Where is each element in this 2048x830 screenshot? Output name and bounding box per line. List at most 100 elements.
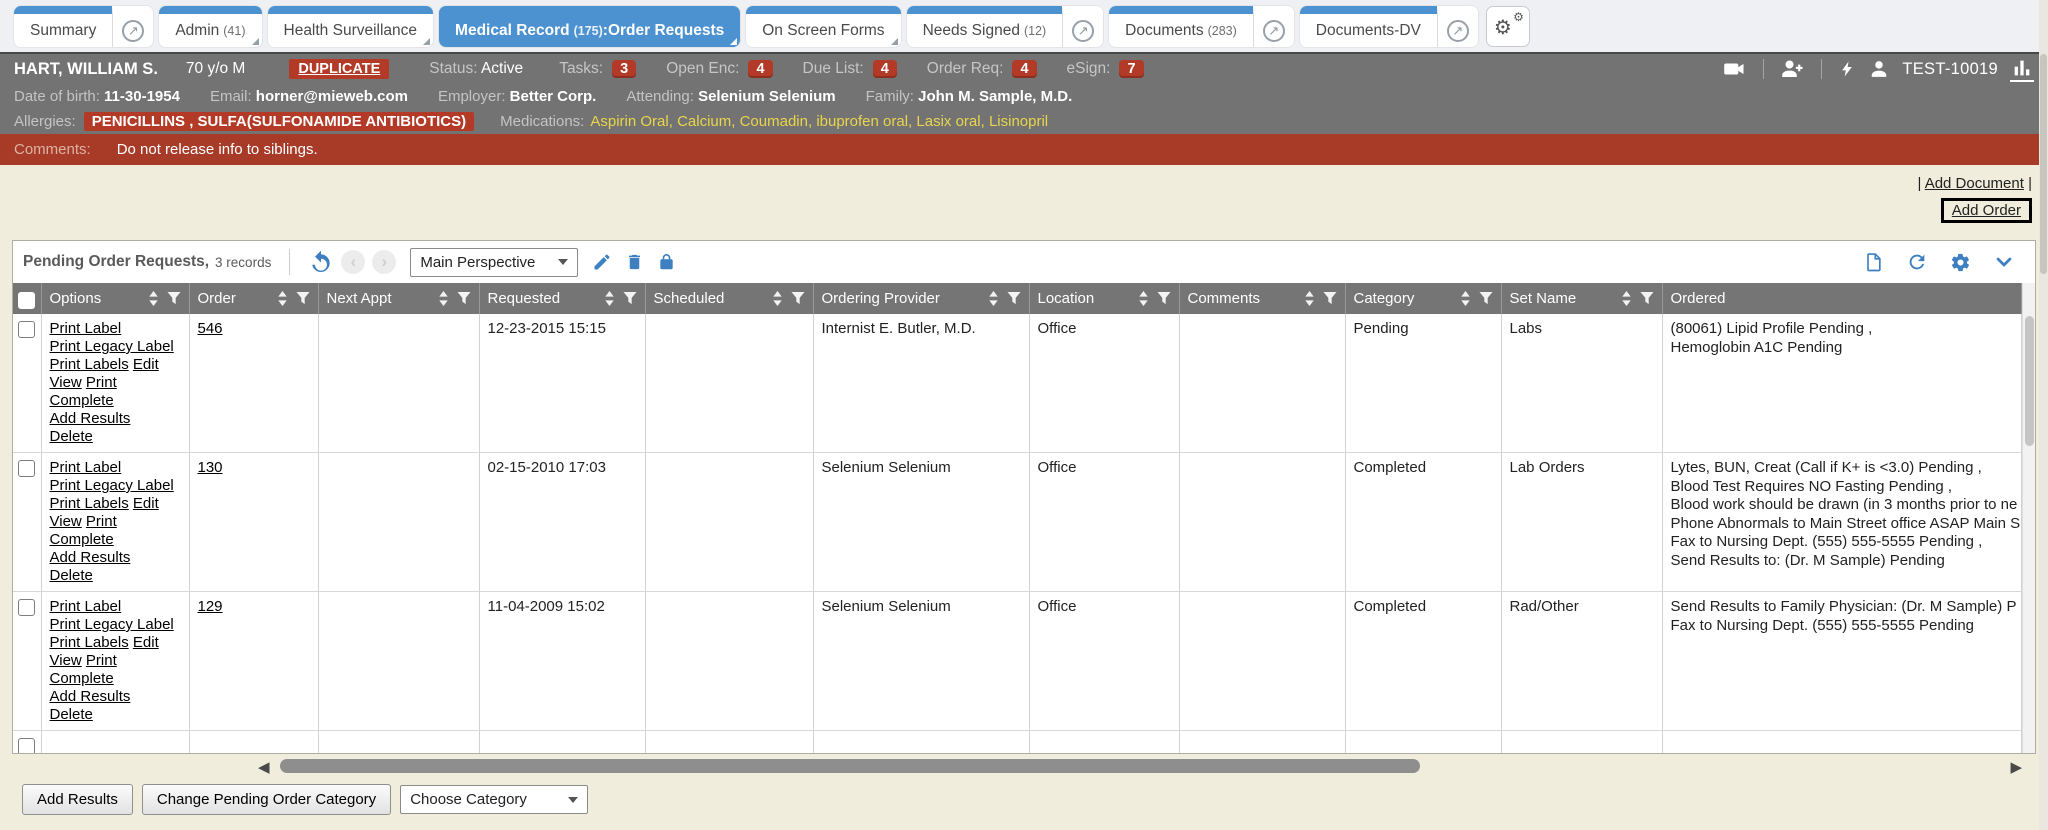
counter-badge[interactable]: 4 [1012, 60, 1036, 78]
option-link-print[interactable]: Print [86, 513, 117, 530]
column-header-scheduled[interactable]: Scheduled [645, 283, 813, 314]
option-link-edit[interactable]: Edit [133, 356, 159, 373]
row-select-checkbox[interactable] [18, 460, 35, 477]
order-number-link[interactable]: 130 [198, 459, 223, 476]
option-link-edit[interactable]: Edit [133, 634, 159, 651]
option-link-print-label[interactable]: Print Label [50, 598, 122, 615]
filter-funnel-icon[interactable] [1007, 292, 1021, 305]
counter-badge[interactable]: 4 [873, 60, 897, 78]
column-header-category[interactable]: Category [1345, 283, 1501, 314]
flowsheet-chart-icon[interactable] [2010, 57, 2034, 82]
column-header-options[interactable]: Options [41, 283, 189, 314]
filter-funnel-icon[interactable] [1640, 292, 1654, 305]
allergy-badge[interactable]: PENICILLINS , SULFA(SULFONAMIDE ANTIBIOT… [84, 112, 474, 131]
option-link-view[interactable]: View [50, 374, 82, 391]
option-link-print-legacy-label[interactable]: Print Legacy Label [50, 616, 174, 633]
option-link-print-label[interactable]: Print Label [50, 320, 122, 337]
prev-record-icon[interactable]: ‹ [341, 250, 365, 274]
window-scrollbar[interactable] [2039, 0, 2048, 830]
medication-link[interactable]: Lisinopril [989, 113, 1048, 130]
delete-trash-icon[interactable] [625, 252, 644, 272]
tab-settings-button[interactable]: ⚙ ⚙ [1486, 6, 1530, 47]
option-link-print-labels[interactable]: Print Labels [50, 495, 129, 512]
window-scroll-thumb[interactable] [2040, 54, 2047, 274]
change-pending-order-category-button[interactable]: Change Pending Order Category [142, 784, 391, 815]
horizontal-scroll-thumb[interactable] [280, 759, 1420, 773]
counter-badge[interactable]: 3 [612, 60, 636, 78]
filter-funnel-icon[interactable] [1479, 292, 1493, 305]
filter-funnel-icon[interactable] [457, 292, 471, 305]
choose-category-select[interactable]: Choose Category [400, 785, 588, 814]
column-header-select[interactable] [13, 283, 41, 314]
horizontal-scrollbar[interactable]: ◀ ▶ [0, 758, 2048, 774]
sort-icon[interactable] [1138, 291, 1149, 306]
sort-icon[interactable] [277, 291, 288, 306]
filter-funnel-icon[interactable] [167, 292, 181, 305]
column-header-comments[interactable]: Comments [1179, 283, 1345, 314]
person-icon[interactable] [1868, 58, 1890, 80]
select-all-checkbox[interactable] [18, 292, 35, 309]
scroll-right-arrow-icon[interactable]: ▶ [2010, 758, 2022, 776]
option-link-delete[interactable]: Delete [50, 567, 93, 584]
option-link-complete[interactable]: Complete [50, 392, 114, 409]
sort-icon[interactable] [604, 291, 615, 306]
tab-popout-button[interactable]: ↗ [1062, 6, 1103, 47]
filter-funnel-icon[interactable] [623, 292, 637, 305]
lightning-icon[interactable] [1838, 57, 1856, 81]
lock-icon[interactable] [657, 252, 676, 272]
sort-icon[interactable] [1304, 291, 1315, 306]
tab-summary[interactable]: Summary↗ [14, 6, 153, 47]
sort-icon[interactable] [1460, 291, 1471, 306]
option-link-print-labels[interactable]: Print Labels [50, 356, 129, 373]
medication-link[interactable]: Coumadin [740, 113, 808, 130]
tab-needs-signed[interactable]: Needs Signed(12)↗ [907, 6, 1104, 47]
duplicate-badge[interactable]: DUPLICATE [289, 59, 389, 79]
column-header-order[interactable]: Order [189, 283, 318, 314]
option-link-add-results[interactable]: Add Results [50, 410, 131, 427]
column-header-next-appt[interactable]: Next Appt [318, 283, 479, 314]
option-link-delete[interactable]: Delete [50, 706, 93, 723]
perspective-select[interactable]: Main Perspective [410, 248, 578, 277]
option-link-add-results[interactable]: Add Results [50, 688, 131, 705]
column-header-set-name[interactable]: Set Name [1501, 283, 1662, 314]
option-link-print-legacy-label[interactable]: Print Legacy Label [50, 338, 174, 355]
undo-icon[interactable] [308, 249, 334, 275]
option-link-complete[interactable]: Complete [50, 670, 114, 687]
filter-funnel-icon[interactable] [1157, 292, 1171, 305]
medication-link[interactable]: Aspirin Oral [590, 113, 668, 130]
counter-badge[interactable]: 7 [1119, 60, 1143, 78]
refresh-icon[interactable] [1906, 251, 1928, 273]
edit-pencil-icon[interactable] [592, 252, 612, 272]
tab-popout-button[interactable]: ↗ [112, 6, 153, 47]
option-link-print-label[interactable]: Print Label [50, 459, 122, 476]
option-link-view[interactable]: View [50, 652, 82, 669]
option-link-add-results[interactable]: Add Results [50, 549, 131, 566]
new-document-icon[interactable] [1864, 251, 1884, 273]
column-header-location[interactable]: Location [1029, 283, 1179, 314]
order-number-link[interactable]: 129 [198, 598, 223, 615]
option-link-print-legacy-label[interactable]: Print Legacy Label [50, 477, 174, 494]
add-document-link[interactable]: Add Document [1925, 175, 2024, 192]
filter-funnel-icon[interactable] [1323, 292, 1337, 305]
next-record-icon[interactable]: › [372, 250, 396, 274]
add-order-link[interactable]: Add Order [1941, 198, 2032, 223]
column-header-ordering-provider[interactable]: Ordering Provider [813, 283, 1029, 314]
medication-link[interactable]: ibuprofen oral [816, 113, 908, 130]
sort-icon[interactable] [1621, 291, 1632, 306]
option-link-complete[interactable]: Complete [50, 531, 114, 548]
vertical-scrollbar[interactable] [2022, 283, 2035, 753]
sort-icon[interactable] [988, 291, 999, 306]
sort-icon[interactable] [772, 291, 783, 306]
row-select-checkbox[interactable] [18, 738, 35, 753]
tab-popout-button[interactable]: ↗ [1253, 6, 1294, 47]
tab-medical-record[interactable]: Medical Record(175):Order Requests [439, 6, 740, 47]
vertical-scroll-thumb[interactable] [2025, 316, 2034, 446]
medication-link[interactable]: Lasix oral [916, 113, 980, 130]
tab-documents[interactable]: Documents(283)↗ [1109, 6, 1294, 47]
column-header-ordered[interactable]: Ordered [1662, 283, 2022, 314]
collapse-chevron-icon[interactable] [1993, 253, 2015, 271]
option-link-print[interactable]: Print [86, 652, 117, 669]
tab-on-screen-forms[interactable]: On Screen Forms [746, 6, 900, 47]
settings-gear-icon[interactable] [1950, 252, 1971, 273]
tab-health-surveillance[interactable]: Health Surveillance [268, 6, 434, 47]
